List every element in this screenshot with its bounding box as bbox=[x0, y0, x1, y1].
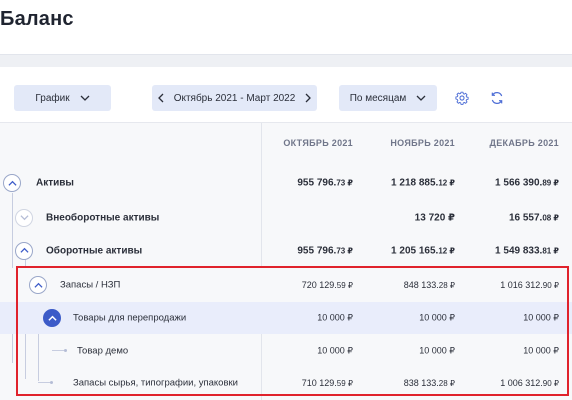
cell-value: 16 557.08 ₽ bbox=[508, 212, 559, 223]
page-title: Баланс bbox=[0, 8, 74, 30]
chevron-left-icon[interactable] bbox=[158, 93, 164, 103]
tree-connector bbox=[38, 382, 50, 383]
tree-connector bbox=[52, 350, 64, 351]
expand-toggle[interactable] bbox=[15, 208, 33, 227]
row-label: Запасы / НЗП bbox=[60, 279, 121, 291]
cell-value: 10 000 ₽ bbox=[317, 345, 353, 355]
period-label: Октябрь 2021 - Март 2022 bbox=[173, 92, 296, 104]
row-label: Товар демо bbox=[77, 345, 129, 356]
table-row[interactable]: Товары для перепродажи 10 000 ₽ 10 000 ₽… bbox=[0, 302, 572, 334]
cell-value: 1 205 165.12 ₽ bbox=[391, 245, 455, 256]
cell-value: 10 000 ₽ bbox=[419, 312, 455, 323]
cell-value: 1 006 312.90 ₽ bbox=[500, 378, 559, 388]
balance-table: ОКТЯБРЬ 2021 НОЯБРЬ 2021 ДЕКАБРЬ 2021 Ак… bbox=[0, 123, 572, 400]
cell-value: 10 000 ₽ bbox=[317, 312, 353, 323]
column-header-october: ОКТЯБРЬ 2021 bbox=[283, 138, 353, 148]
cell-value: 13 720 ₽ bbox=[414, 212, 455, 223]
column-header-november: НОЯБРЬ 2021 bbox=[390, 138, 455, 148]
chevron-up-icon bbox=[19, 247, 29, 253]
cell-value: 1 016 312.90 ₽ bbox=[500, 280, 559, 290]
chevron-up-icon bbox=[33, 282, 43, 288]
grouping-dropdown[interactable]: По месяцам bbox=[339, 85, 437, 111]
column-header-december: ДЕКАБРЬ 2021 bbox=[489, 138, 559, 148]
cell-value: 955 796.73 ₽ bbox=[297, 245, 353, 256]
tree-dot bbox=[50, 381, 53, 384]
table-row[interactable]: Оборотные активы 955 796.73 ₽ 1 205 165.… bbox=[0, 234, 572, 267]
cell-value: 1 549 833.81 ₽ bbox=[495, 245, 559, 256]
chevron-down-icon bbox=[416, 95, 426, 101]
row-label: Товары для перепродажи bbox=[73, 312, 187, 324]
refresh-icon bbox=[491, 92, 503, 104]
cell-value: 720 129.59 ₽ bbox=[301, 280, 353, 290]
cell-value: 1 218 885.12 ₽ bbox=[391, 177, 455, 189]
cell-value: 10 000 ₽ bbox=[419, 345, 455, 355]
table-row[interactable]: Товар демо 10 000 ₽ 10 000 ₽ 10 000 ₽ bbox=[0, 334, 572, 367]
period-selector[interactable]: Октябрь 2021 - Март 2022 bbox=[152, 85, 317, 111]
collapse-toggle[interactable] bbox=[15, 241, 33, 260]
chevron-down-icon bbox=[19, 215, 29, 221]
cell-value: 838 133.28 ₽ bbox=[403, 378, 455, 388]
tree-dot bbox=[64, 349, 67, 352]
chevron-right-icon[interactable] bbox=[305, 93, 311, 103]
table-row[interactable]: Активы 955 796.73 ₽ 1 218 885.12 ₽ 1 566… bbox=[0, 165, 572, 201]
refresh-button[interactable] bbox=[488, 89, 506, 107]
chevron-down-icon bbox=[80, 95, 90, 101]
cell-value: 710 129.59 ₽ bbox=[301, 378, 353, 388]
cell-value: 955 796.73 ₽ bbox=[297, 177, 353, 189]
toolbar: График Октябрь 2021 - Март 2022 По месяц… bbox=[0, 67, 572, 123]
gear-icon bbox=[455, 91, 469, 105]
cell-value: 10 000 ₽ bbox=[523, 345, 559, 355]
chart-type-label: График bbox=[35, 92, 70, 104]
collapse-toggle[interactable] bbox=[29, 276, 47, 294]
row-label: Активы bbox=[36, 177, 74, 189]
chevron-up-icon bbox=[47, 315, 57, 321]
cell-value: 1 566 390.89 ₽ bbox=[495, 177, 559, 189]
cell-value: 848 133.28 ₽ bbox=[403, 280, 455, 290]
chevron-up-icon bbox=[7, 180, 17, 186]
settings-button[interactable] bbox=[453, 89, 471, 107]
table-row[interactable]: Внеоборотные активы 13 720 ₽ 16 557.08 ₽ bbox=[0, 201, 572, 234]
cell-value: 10 000 ₽ bbox=[523, 312, 559, 323]
row-label: Внеоборотные активы bbox=[46, 212, 160, 223]
chart-type-dropdown[interactable]: График bbox=[14, 85, 111, 111]
table-row[interactable]: Запасы / НЗП 720 129.59 ₽ 848 133.28 ₽ 1… bbox=[0, 268, 572, 302]
header: Баланс bbox=[0, 0, 572, 54]
row-label: Запасы сырья, типографии, упаковки bbox=[73, 377, 238, 389]
collapse-toggle[interactable] bbox=[3, 174, 21, 192]
header-divider bbox=[0, 54, 572, 67]
row-label: Оборотные активы bbox=[46, 245, 143, 256]
table-row[interactable]: Запасы сырья, типографии, упаковки 710 1… bbox=[0, 367, 572, 399]
grouping-label: По месяцам bbox=[349, 92, 407, 104]
collapse-toggle[interactable] bbox=[43, 309, 61, 327]
